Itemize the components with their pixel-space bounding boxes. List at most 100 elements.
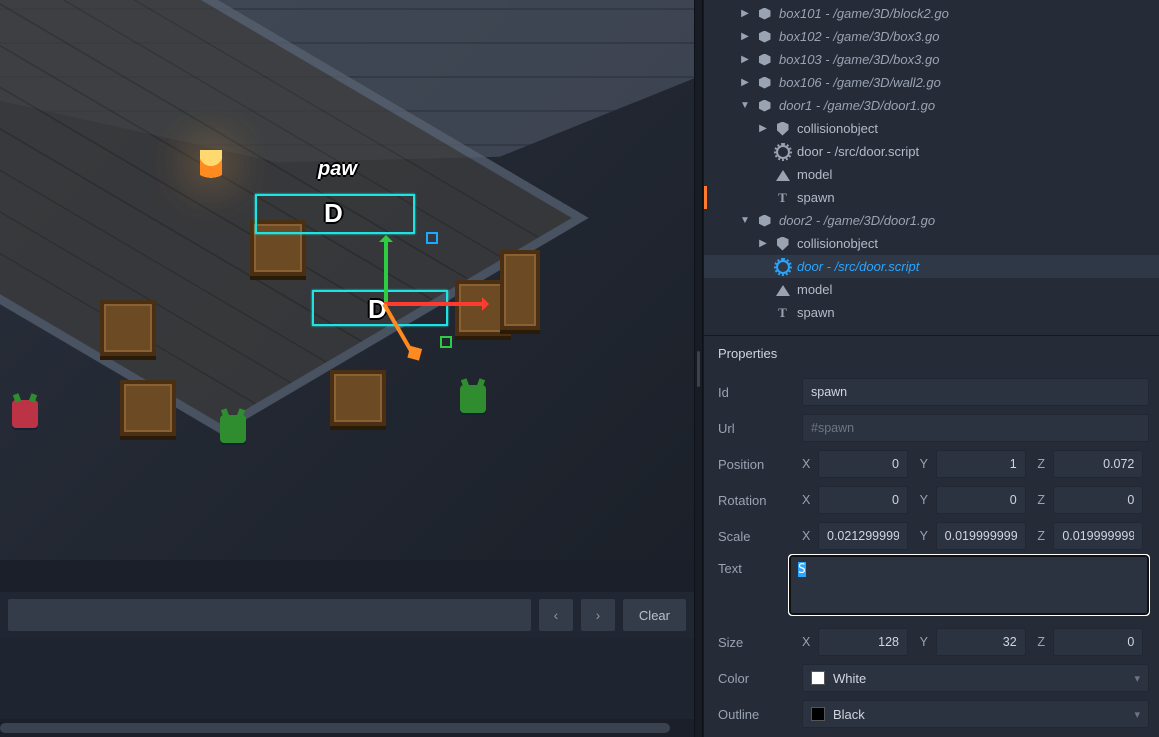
crate-sprite: [120, 380, 176, 436]
position-z-input[interactable]: [1053, 450, 1143, 478]
expand-arrow-icon[interactable]: ▼: [740, 100, 750, 111]
text-icon: T: [775, 305, 790, 320]
model-icon: [775, 282, 790, 297]
outline-component[interactable]: ▶ collisionobject: [704, 232, 1159, 255]
expand-arrow-icon[interactable]: ▶: [740, 8, 750, 19]
outline-gameobject[interactable]: ▶ box101 - /game/3D/block2.go: [704, 2, 1159, 25]
rotation-y-input[interactable]: [936, 486, 1026, 514]
scene-viewport[interactable]: D D paw: [0, 0, 694, 560]
expand-arrow-icon[interactable]: ▶: [740, 54, 750, 65]
outline-label: door - /src/door.script: [797, 144, 919, 159]
text-input[interactable]: [789, 555, 1149, 615]
outline-gameobject[interactable]: ▶ box106 - /game/3D/wall2.go: [704, 71, 1159, 94]
rotation-z-input[interactable]: [1053, 486, 1143, 514]
outline-component[interactable]: ▶model: [704, 278, 1159, 301]
prop-label-id: Id: [718, 385, 794, 400]
crate-sprite: [500, 250, 540, 330]
cube-icon: [757, 98, 772, 113]
search-clear-button[interactable]: Clear: [623, 599, 686, 631]
outline-label: spawn: [797, 190, 835, 205]
outline-label: box102 - /game/3D/box3.go: [779, 29, 939, 44]
outline-gameobject[interactable]: ▼ door1 - /game/3D/door1.go: [704, 94, 1159, 117]
outline-gameobject[interactable]: ▼ door2 - /game/3D/door1.go: [704, 209, 1159, 232]
cube-icon: [757, 6, 772, 21]
color-name: White: [833, 671, 866, 686]
outline-component[interactable]: ▶Tspawn: [704, 186, 1159, 209]
expand-arrow-icon[interactable]: ▼: [740, 215, 750, 226]
prop-label-position: Position: [718, 457, 794, 472]
outline-label: door2 - /game/3D/door1.go: [779, 213, 935, 228]
outline-color-name: Black: [833, 707, 865, 722]
player-sprite: [12, 400, 38, 428]
outline-gameobject[interactable]: ▶ box103 - /game/3D/box3.go: [704, 48, 1159, 71]
selection-marker: [704, 186, 707, 209]
search-next-button[interactable]: ›: [581, 599, 615, 631]
model-icon: [775, 167, 790, 182]
prop-label-size: Size: [718, 635, 794, 650]
cube-icon: [757, 75, 772, 90]
properties-title: Properties: [718, 346, 1149, 361]
outline-component[interactable]: ▶door - /src/door.script: [704, 255, 1159, 278]
size-x-input[interactable]: [818, 628, 908, 656]
outline-label: collisionobject: [797, 236, 878, 251]
goblin-sprite: [460, 385, 486, 413]
cube-icon: [757, 52, 772, 67]
outline-component[interactable]: ▶door - /src/door.script: [704, 140, 1159, 163]
goblin-sprite: [220, 415, 246, 443]
expand-arrow-icon[interactable]: ▶: [758, 123, 768, 134]
outline-label: box106 - /game/3D/wall2.go: [779, 75, 941, 90]
prop-label-outline: Outline: [718, 707, 794, 722]
expand-arrow-icon[interactable]: ▶: [740, 77, 750, 88]
outline-swatch: [811, 707, 825, 721]
coll-icon: [775, 236, 790, 251]
coll-icon: [775, 121, 790, 136]
crate-sprite: [330, 370, 386, 426]
door-label: D: [368, 294, 387, 325]
properties-panel: Properties Id Url Position X Y Z Rotatio…: [704, 335, 1159, 737]
outline-label: box101 - /game/3D/block2.go: [779, 6, 949, 21]
outline-color-dropdown[interactable]: Black: [802, 700, 1149, 728]
outline-label: collisionobject: [797, 121, 878, 136]
crate-sprite: [100, 300, 156, 356]
outline-label: box103 - /game/3D/box3.go: [779, 52, 939, 67]
prop-label-scale: Scale: [718, 529, 794, 544]
size-y-input[interactable]: [936, 628, 1026, 656]
position-x-input[interactable]: [818, 450, 908, 478]
rotation-x-input[interactable]: [818, 486, 908, 514]
outline-component[interactable]: ▶Tspawn: [704, 301, 1159, 324]
pane-splitter[interactable]: [694, 0, 703, 737]
cube-icon: [757, 213, 772, 228]
size-z-input[interactable]: [1053, 628, 1143, 656]
color-swatch: [811, 671, 825, 685]
horizontal-scrollbar[interactable]: [0, 719, 694, 737]
outline-label: model: [797, 282, 832, 297]
outline-label: door - /src/door.script: [797, 259, 919, 274]
expand-arrow-icon[interactable]: ▶: [758, 238, 768, 249]
id-input[interactable]: [802, 378, 1149, 406]
outline-label: model: [797, 167, 832, 182]
gear-icon: [775, 144, 790, 159]
search-input[interactable]: [8, 599, 531, 631]
torch-sprite: [200, 150, 222, 192]
outline-component[interactable]: ▶ collisionobject: [704, 117, 1159, 140]
position-y-input[interactable]: [936, 450, 1026, 478]
url-input: [802, 414, 1149, 442]
scale-y-input[interactable]: [936, 522, 1026, 550]
color-dropdown[interactable]: White: [802, 664, 1149, 692]
spawn-label: paw: [318, 158, 357, 181]
gear-icon: [775, 259, 790, 274]
expand-arrow-icon[interactable]: ▶: [740, 31, 750, 42]
outline-label: spawn: [797, 305, 835, 320]
door-label: D: [324, 198, 343, 229]
outline-component[interactable]: ▶model: [704, 163, 1159, 186]
outline-gameobject[interactable]: ▶ box102 - /game/3D/box3.go: [704, 25, 1159, 48]
outline-label: door1 - /game/3D/door1.go: [779, 98, 935, 113]
cube-icon: [757, 29, 772, 44]
outline-tree[interactable]: ▶ box101 - /game/3D/block2.go ▶ box102 - /g…: [704, 0, 1159, 335]
prop-label-url: Url: [718, 421, 794, 436]
scale-x-input[interactable]: [818, 522, 908, 550]
search-prev-button[interactable]: ‹: [539, 599, 573, 631]
prop-label-color: Color: [718, 671, 794, 686]
asset-search-bar: ‹ › Clear: [0, 592, 694, 638]
scale-z-input[interactable]: [1053, 522, 1143, 550]
